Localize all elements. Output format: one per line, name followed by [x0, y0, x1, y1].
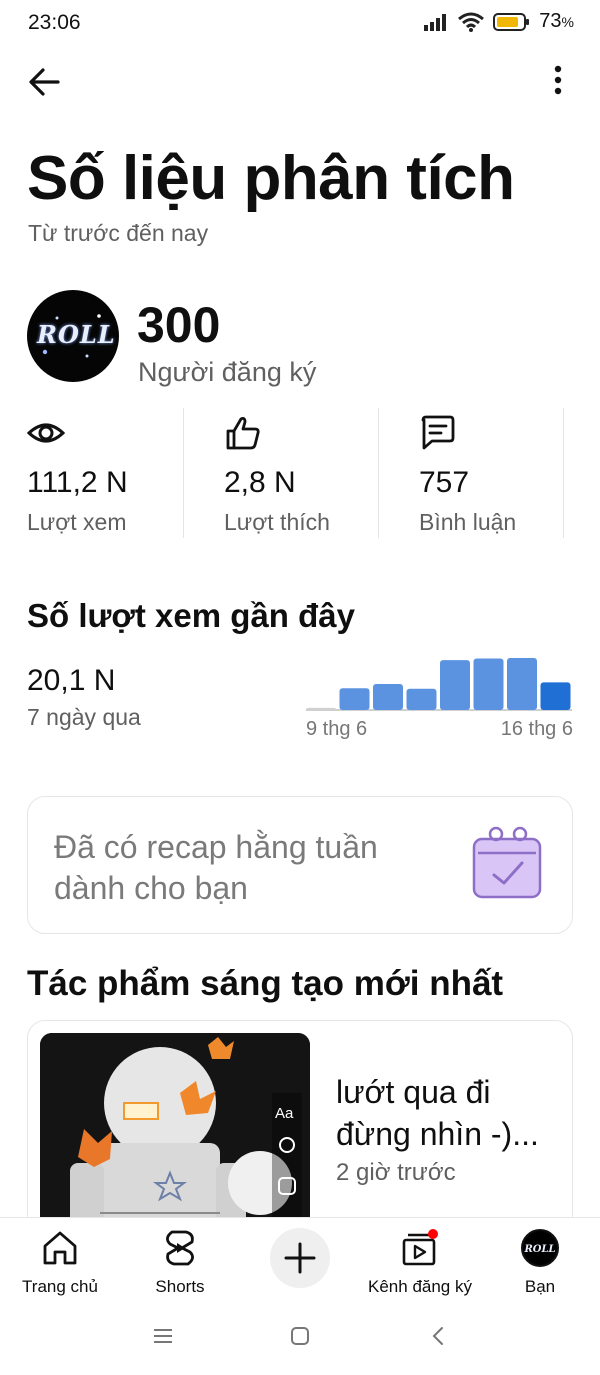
- stat-comments[interactable]: 757 Bình luận: [419, 408, 569, 540]
- chart-bar: [306, 707, 336, 710]
- back-button[interactable]: [24, 64, 64, 100]
- weekly-recap-card[interactable]: Đã có recap hằng tuần dành cho bạn: [27, 796, 573, 934]
- signal-icon: [424, 13, 447, 31]
- page-subtitle: Từ trước đến nay: [28, 220, 209, 246]
- battery-percent: 73%: [539, 10, 574, 32]
- nav-shorts[interactable]: Shorts: [120, 1226, 240, 1304]
- recent-views-period: 7 ngày qua: [27, 704, 141, 730]
- chart-bar: [473, 658, 504, 710]
- svg-text:ROLL: ROLL: [523, 1244, 555, 1255]
- stat-divider: [563, 408, 564, 538]
- chart-bar: [406, 688, 437, 710]
- more-vert-icon: [554, 65, 562, 95]
- chart-bar: [540, 682, 571, 710]
- recent-views-value: 20,1 N: [27, 664, 116, 697]
- chart-bar: [339, 688, 370, 710]
- recent-apps-icon[interactable]: [151, 1326, 175, 1346]
- calendar-check-icon: [472, 826, 542, 899]
- recent-views-chart[interactable]: 9 thg 6 16 thg 6: [306, 648, 574, 743]
- nav-label: Trang chủ: [22, 1277, 98, 1296]
- create-button[interactable]: [270, 1228, 330, 1288]
- channel-avatar[interactable]: ROLL: [27, 290, 119, 382]
- status-icons: 73%: [423, 10, 574, 33]
- stat-divider: [183, 408, 184, 538]
- nav-label: Kênh đăng ký: [368, 1277, 472, 1296]
- thumbnail-text-tool: Aa: [275, 1105, 294, 1122]
- video-title: lướt qua đi đừng nhìn -)...: [336, 1074, 539, 1152]
- stat-label: Bình luận: [419, 509, 517, 535]
- nav-home[interactable]: Trang chủ: [0, 1226, 120, 1304]
- eye-icon: [27, 423, 65, 443]
- recap-text: Đã có recap hằng tuần dành cho bạn: [54, 829, 378, 906]
- wifi-icon: [458, 12, 485, 32]
- nav-subscriptions[interactable]: Kênh đăng ký: [360, 1226, 480, 1304]
- stat-likes[interactable]: 2,8 N Lượt thích: [224, 408, 374, 540]
- stat-divider: [378, 408, 379, 538]
- subscriptions-icon: [402, 1229, 438, 1266]
- nav-label: Shorts: [155, 1277, 205, 1296]
- comment-icon: [421, 415, 455, 450]
- video-time: 2 giờ trước: [336, 1159, 456, 1186]
- status-bar: 23:06 73%: [0, 0, 600, 46]
- subscriber-count: 300: [137, 297, 221, 353]
- page-title: Số liệu phân tích: [27, 144, 515, 213]
- recent-views-title: Số lượt xem gần đây: [27, 597, 355, 634]
- x-tick-label: 9 thg 6: [306, 718, 367, 740]
- more-options-button[interactable]: [538, 64, 578, 100]
- chart-bar: [507, 658, 537, 710]
- plus-icon: [284, 1242, 316, 1274]
- battery-icon: [493, 12, 530, 31]
- status-time: 23:06: [28, 11, 81, 34]
- top-app-bar: [0, 54, 600, 110]
- stat-label: Lượt xem: [27, 509, 127, 535]
- profile-avatar-icon: ROLL: [521, 1229, 559, 1267]
- stats-row: 111,2 N Lượt xem 2,8 N Lượt thích 757 Bì…: [0, 408, 600, 540]
- subscriber-label: Người đăng ký: [138, 357, 317, 387]
- shorts-icon: [166, 1230, 194, 1266]
- nav-label: Bạn: [524, 1277, 556, 1296]
- home-icon: [43, 1231, 77, 1265]
- chart-bar: [373, 684, 403, 710]
- thumbs-up-icon: [226, 417, 260, 450]
- system-navigation-bar: [0, 1305, 600, 1375]
- stat-label: Lượt thích: [224, 509, 330, 535]
- stat-views[interactable]: 111,2 N Lượt xem: [27, 408, 177, 540]
- chart-bar: [440, 660, 470, 710]
- x-tick-label: 16 thg 6: [501, 718, 573, 740]
- stat-value: 111,2 N: [27, 466, 128, 499]
- nav-you[interactable]: ROLL Bạn: [480, 1226, 600, 1304]
- home-square-icon[interactable]: [289, 1325, 311, 1347]
- arrow-back-icon: [29, 68, 60, 96]
- avatar-logo-text: ROLL: [37, 320, 116, 349]
- stat-value: 2,8 N: [224, 466, 296, 499]
- latest-creations-title: Tác phẩm sáng tạo mới nhất: [27, 964, 504, 1003]
- stat-value: 757: [419, 466, 470, 499]
- bottom-navigation: Trang chủ Shorts Kênh đăng ký ROLL Bạn: [0, 1217, 600, 1305]
- back-nav-icon[interactable]: [428, 1325, 448, 1347]
